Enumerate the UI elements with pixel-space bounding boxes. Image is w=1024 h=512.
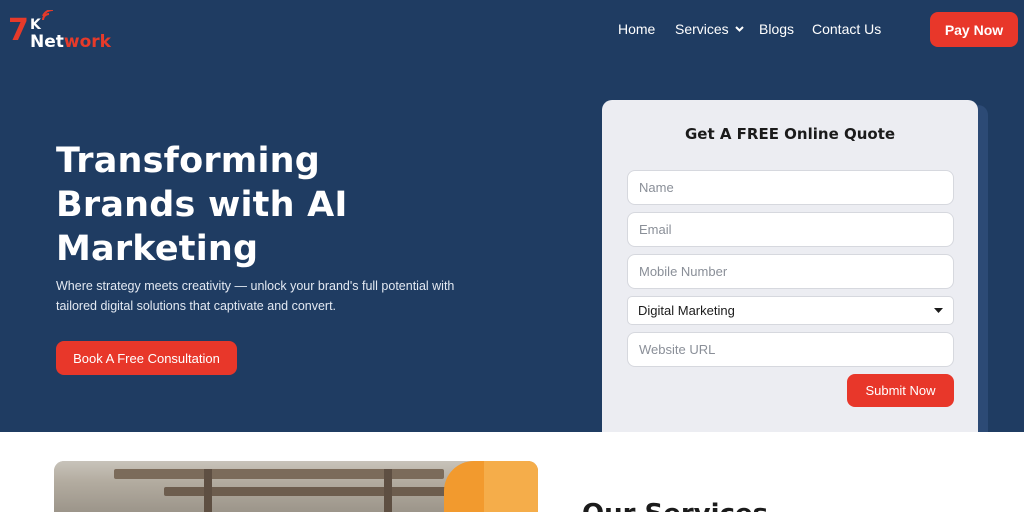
image-shelf-post — [204, 469, 212, 512]
pay-now-button[interactable]: Pay Now — [930, 12, 1018, 47]
quote-form-card: Get A FREE Online Quote Digital Marketin… — [602, 100, 978, 432]
caret-down-icon — [934, 308, 943, 313]
hero-subtitle: Where strategy meets creativity — unlock… — [56, 279, 455, 313]
signal-waves-icon — [42, 10, 54, 21]
logo-word-work: work — [63, 32, 111, 52]
nav-contact[interactable]: Contact Us — [812, 20, 881, 38]
nav-home[interactable]: Home — [618, 20, 655, 38]
hero-title: Transforming Brands with AI Marketing — [56, 141, 348, 269]
website-url-input[interactable] — [627, 332, 954, 367]
logo-letter: K — [30, 17, 41, 33]
submit-button[interactable]: Submit Now — [847, 374, 954, 407]
image-shelf — [114, 469, 444, 479]
nav-contact-label: Contact Us — [812, 21, 882, 37]
service-select[interactable]: Digital Marketing — [627, 296, 954, 325]
nav-services-label: Services — [675, 21, 729, 37]
chevron-down-icon — [734, 26, 744, 32]
name-input[interactable] — [627, 170, 954, 205]
services-image — [54, 461, 538, 512]
nav-home-label: Home — [618, 21, 656, 37]
nav-blogs[interactable]: Blogs — [759, 20, 794, 38]
email-input[interactable] — [627, 212, 954, 247]
nav-services[interactable]: Services — [675, 20, 744, 38]
nav-blogs-label: Blogs — [759, 21, 795, 37]
logo-word-net: Net — [30, 32, 64, 52]
service-select-value: Digital Marketing — [638, 303, 735, 318]
image-person-highlight — [484, 461, 538, 512]
book-consultation-button[interactable]: Book A Free Consultation — [56, 341, 237, 375]
image-shelf-post — [384, 469, 392, 512]
mobile-number-input[interactable] — [627, 254, 954, 289]
logo-wordmark: Network — [30, 33, 111, 51]
brand-logo[interactable]: 7 K Network — [8, 10, 111, 54]
hero-section: 7 K Network Home Services Blogs Contact … — [0, 0, 1024, 432]
logo-number: 7 — [8, 13, 29, 48]
services-heading: Our Services — [582, 497, 768, 512]
quote-form-title: Get A FREE Online Quote — [684, 125, 896, 143]
